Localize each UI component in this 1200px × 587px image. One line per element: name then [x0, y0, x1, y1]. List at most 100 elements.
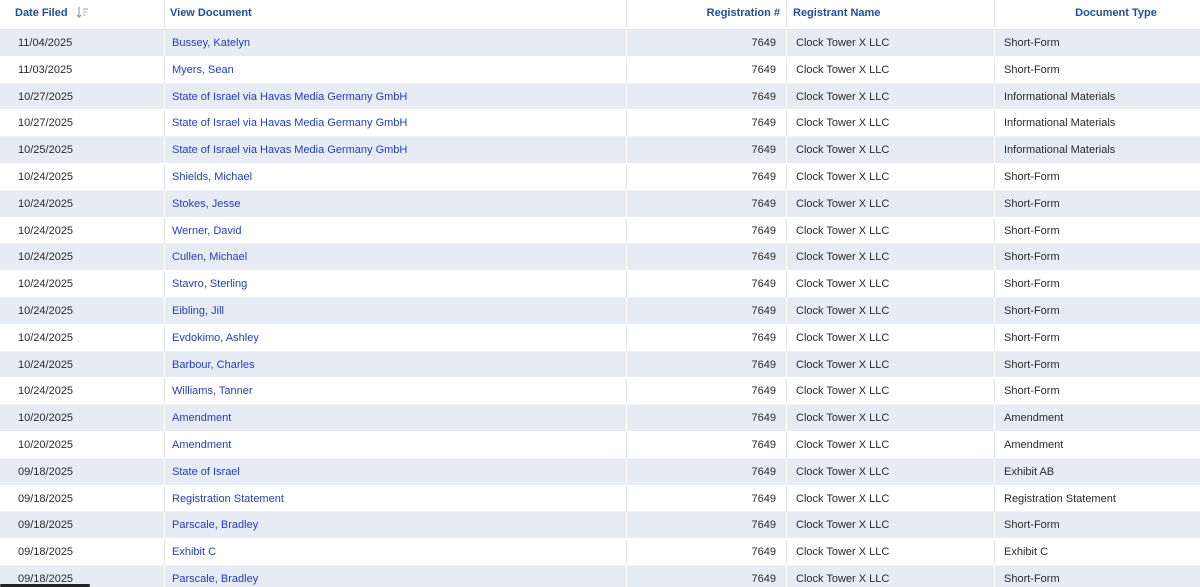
- date-filed-cell: 10/24/2025: [18, 385, 74, 398]
- column-divider: [164, 351, 165, 378]
- table-row: 10/24/2025 Cullen, Michael 7649 Clock Tower…: [0, 244, 1200, 272]
- registration-number-cell: 7649: [751, 519, 776, 532]
- registration-number-cell: 7649: [751, 331, 776, 344]
- registration-number-cell: 7649: [751, 251, 776, 264]
- registrant-name-cell: Clock Tower X LLC: [796, 465, 890, 478]
- column-divider: [994, 137, 995, 164]
- document-type-cell: Short-Form: [1004, 331, 1060, 344]
- document-type-cell: Amendment: [1004, 412, 1064, 425]
- column-divider: [786, 217, 787, 244]
- view-document-link[interactable]: Williams, Tanner: [164, 378, 626, 404]
- view-document-link[interactable]: Bussey, Katelyn: [164, 30, 626, 56]
- view-document-link[interactable]: Barbour, Charles: [164, 352, 626, 378]
- view-document-link[interactable]: State of Israel: [164, 459, 626, 485]
- registrant-name-cell: Clock Tower X LLC: [796, 438, 890, 451]
- view-document-link[interactable]: Werner, David: [164, 218, 626, 244]
- date-filed-cell: 10/24/2025: [18, 304, 74, 317]
- header-divider: [626, 0, 627, 29]
- registrant-name-cell: Clock Tower X LLC: [796, 197, 890, 210]
- column-divider: [994, 297, 995, 324]
- view-document-link[interactable]: Eibling, Jill: [164, 298, 626, 324]
- column-divider: [164, 137, 165, 164]
- view-document-link[interactable]: State of Israel via Havas Media Germany …: [164, 110, 626, 136]
- view-document-link[interactable]: Amendment: [164, 432, 626, 458]
- column-divider: [786, 163, 787, 190]
- column-divider: [994, 485, 995, 512]
- column-divider: [626, 378, 627, 405]
- column-divider: [164, 110, 165, 137]
- column-divider: [786, 83, 787, 110]
- registrant-name-cell: Clock Tower X LLC: [796, 546, 890, 559]
- column-header-date-filed-label: Date Filed: [15, 7, 68, 19]
- column-divider: [994, 351, 995, 378]
- column-divider: [164, 30, 165, 56]
- date-filed-cell: 10/24/2025: [18, 170, 74, 183]
- document-type-cell: Short-Form: [1004, 63, 1060, 76]
- column-divider: [164, 539, 165, 566]
- table-row: 10/24/2025 Werner, David 7649 Clock Tower X…: [0, 217, 1200, 245]
- column-divider: [786, 351, 787, 378]
- view-document-link[interactable]: Exhibit C: [164, 539, 626, 565]
- table-row: 10/25/2025 State of Israel via Havas Medi…: [0, 137, 1200, 164]
- view-document-link[interactable]: Stavro, Sterling: [164, 271, 626, 297]
- column-divider: [626, 351, 627, 378]
- registration-number-cell: 7649: [751, 438, 776, 451]
- registrant-name-cell: Clock Tower X LLC: [796, 144, 890, 157]
- registration-number-cell: 7649: [751, 546, 776, 559]
- document-type-cell: Short-Form: [1004, 304, 1060, 317]
- document-type-cell: Short-Form: [1004, 37, 1060, 49]
- date-filed-cell: 10/24/2025: [18, 278, 74, 291]
- registration-number-cell: 7649: [751, 170, 776, 183]
- document-type-cell: Amendment: [1004, 438, 1064, 451]
- document-type-cell: Short-Form: [1004, 224, 1060, 237]
- column-divider: [164, 244, 165, 271]
- registrant-name-cell: Clock Tower X LLC: [796, 412, 890, 425]
- registrant-name-cell: Clock Tower X LLC: [796, 251, 890, 264]
- column-header-registration[interactable]: Registration #: [626, 0, 786, 29]
- date-filed-cell: 11/03/2025: [18, 63, 73, 76]
- column-header-date-filed[interactable]: Date Filed: [0, 0, 164, 29]
- view-document-link[interactable]: Amendment: [164, 405, 626, 431]
- view-document-link[interactable]: Parscale, Bradley: [164, 512, 626, 538]
- column-divider: [626, 271, 627, 298]
- registration-number-cell: 7649: [751, 224, 776, 237]
- column-header-document-type[interactable]: Document Type: [994, 0, 1200, 29]
- table-row: 11/04/2025 Bussey, Katelyn 7649 Clock Tower…: [0, 30, 1200, 57]
- column-divider: [994, 458, 995, 485]
- sort-descending-icon[interactable]: [75, 5, 89, 19]
- view-document-link[interactable]: Shields, Michael: [164, 164, 626, 190]
- header-divider: [164, 0, 165, 29]
- date-filed-cell: 10/24/2025: [18, 251, 74, 264]
- view-document-link[interactable]: State of Israel via Havas Media Germany …: [164, 84, 626, 110]
- document-type-cell: Short-Form: [1004, 278, 1060, 291]
- column-divider: [994, 244, 995, 271]
- column-divider: [786, 405, 787, 432]
- view-document-link[interactable]: Stokes, Jesse: [164, 191, 626, 217]
- date-filed-cell: 10/24/2025: [18, 224, 74, 237]
- view-document-link[interactable]: Registration Statement: [164, 486, 626, 512]
- column-divider: [164, 512, 165, 539]
- filings-table-page: Date Filed View Document Registration # …: [0, 0, 1200, 587]
- column-divider: [626, 431, 627, 458]
- view-document-link[interactable]: Myers, Sean: [164, 57, 626, 83]
- view-document-link[interactable]: State of Israel via Havas Media Germany …: [164, 137, 626, 163]
- registration-number-cell: 7649: [751, 197, 776, 210]
- view-document-link[interactable]: Parscale, Bradley: [164, 566, 626, 587]
- column-divider: [164, 163, 165, 190]
- column-divider: [786, 30, 787, 56]
- column-header-registrant-name[interactable]: Registrant Name: [786, 0, 994, 29]
- view-document-link[interactable]: Evdokimo, Ashley: [164, 325, 626, 351]
- column-header-view-document[interactable]: View Document: [164, 0, 626, 29]
- registration-number-cell: 7649: [751, 385, 776, 398]
- column-divider: [626, 244, 627, 271]
- date-filed-cell: 09/18/2025: [18, 465, 74, 478]
- column-divider: [626, 137, 627, 164]
- table-row: 09/18/2025 State of Israel 7649 Clock Tower…: [0, 458, 1200, 486]
- document-type-cell: Short-Form: [1004, 358, 1060, 371]
- view-document-link[interactable]: Cullen, Michael: [164, 244, 626, 270]
- registration-number-cell: 7649: [751, 358, 776, 371]
- document-type-cell: Exhibit AB: [1004, 465, 1055, 478]
- column-divider: [626, 485, 627, 512]
- registrant-name-cell: Clock Tower X LLC: [796, 572, 890, 585]
- column-divider: [164, 485, 165, 512]
